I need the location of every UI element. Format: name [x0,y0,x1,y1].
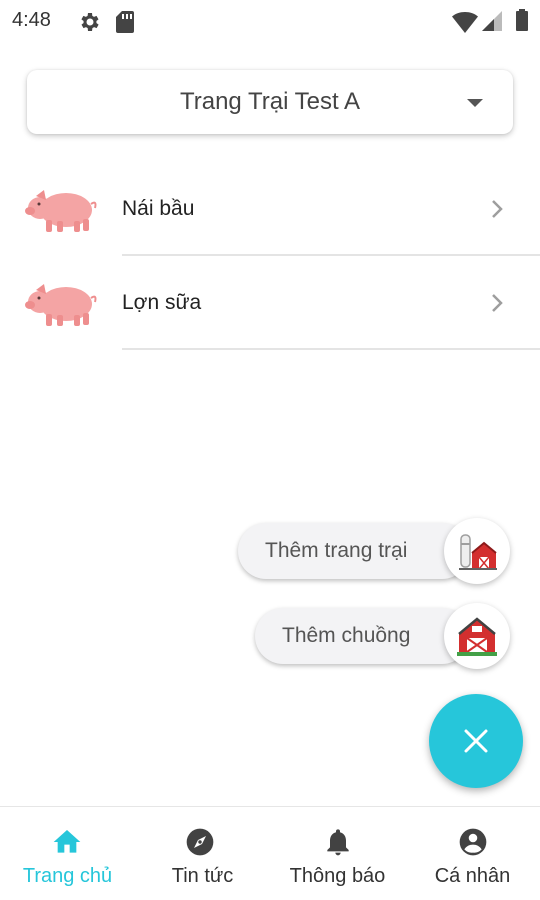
sd-card-icon [116,11,134,33]
nav-label-profile: Cá nhân [434,865,511,887]
gear-icon [81,13,99,31]
barn-label: Lợn sữa [122,291,202,314]
chevron-right-icon [492,294,503,312]
status-time: 4:48 [12,9,51,31]
pig-icon [25,190,97,232]
farm-selector-dropdown[interactable]: Trang Trại Test A [27,70,513,134]
nav-label-notifications: Thông báo [289,865,386,887]
farm-selector-value: Trang Trại Test A [179,88,361,115]
add-barn-label[interactable]: Thêm chuồng [255,608,470,664]
nav-item-news[interactable]: Tin tức [135,807,270,900]
wifi-icon [452,12,478,33]
nav-item-notifications[interactable]: Thông báo [270,807,405,900]
add-farm-button[interactable] [444,518,510,584]
signal-icon [482,11,502,31]
barn-list-item[interactable]: Nái bầu [0,162,540,256]
chevron-right-icon [492,200,503,218]
add-farm-label[interactable]: Thêm trang trại [238,523,470,579]
home-icon [53,830,81,853]
status-bar: 4:48 [0,0,540,44]
barn-icon [457,617,497,656]
farm-silo-icon [459,534,497,570]
bell-icon [327,829,349,856]
pig-icon [25,284,97,326]
nav-item-profile[interactable]: Cá nhân [405,807,540,900]
compass-icon [186,828,214,856]
close-speed-dial-button[interactable] [429,694,523,788]
add-barn-text: Thêm chuồng [282,624,411,647]
nav-item-home[interactable]: Trang chủ [0,807,135,900]
close-icon [464,729,488,753]
divider [122,348,540,350]
account-icon [459,828,487,856]
dropdown-arrow-icon [467,99,483,107]
nav-label-home: Trang chủ [22,865,113,887]
barn-label: Nái bầu [122,197,195,220]
barn-list-item[interactable]: Lợn sữa [0,256,540,350]
bottom-navigation: Trang chủ Tin tức Thông báo Cá nhân [0,806,540,900]
nav-label-news: Tin tức [171,865,234,887]
add-barn-button[interactable] [444,603,510,669]
battery-icon [516,9,528,31]
add-farm-text: Thêm trang trại [265,539,408,562]
